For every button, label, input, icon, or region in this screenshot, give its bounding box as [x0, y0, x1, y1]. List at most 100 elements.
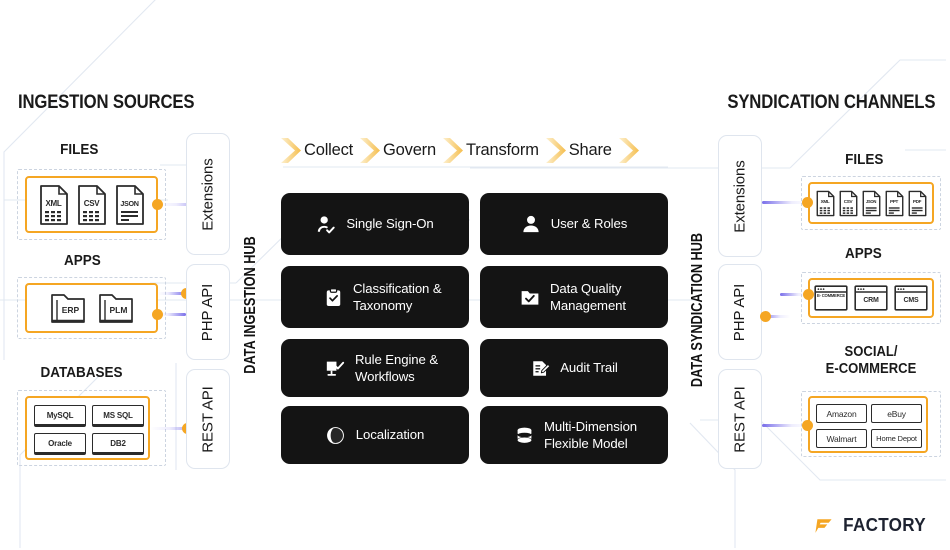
connector-dot [152, 309, 163, 320]
right-apps-group[interactable]: E- COMMERCE CRM CMS [808, 278, 934, 318]
file-icon-xml: XML [39, 184, 69, 225]
file-icon-csv: CSV [77, 184, 107, 225]
file-icon-json: JSON [862, 190, 881, 217]
file-icon-xml: XML [816, 190, 835, 217]
feature-card-data-quality-management[interactable]: Data Quality Management [480, 266, 668, 328]
feature-card-rule-engine-workflows[interactable]: Rule Engine & Workflows [281, 339, 469, 397]
left-section-title: INGESTION SOURCES [18, 92, 195, 113]
globe-icon [326, 425, 346, 445]
left-group-title-apps: APPS [64, 252, 101, 269]
right-group-title-social-ecommerce: SOCIAL/ E-COMMERCE [825, 344, 917, 377]
document-edit-icon [530, 358, 550, 378]
process-flow: Collect Govern Transform Share [280, 134, 642, 166]
file-label: JSON [120, 198, 139, 208]
right-api-php[interactable]: PHP API [718, 264, 762, 360]
left-api-php[interactable]: PHP API [186, 264, 230, 360]
left-apps-group[interactable]: ERP PLM [25, 283, 158, 333]
feature-label: Multi-Dimension Flexible Model [544, 418, 638, 451]
file-icon-json: JSON [115, 184, 145, 225]
db-chip-mysql: MySQL [34, 405, 86, 427]
feature-label: Single Sign-On [346, 216, 434, 232]
file-label: XML [45, 198, 62, 208]
left-group-title-files: FILES [60, 141, 99, 158]
diagram-canvas: INGESTION SOURCES FILES XML CSV JSON APP… [0, 0, 950, 550]
folder-label: PLM [109, 305, 128, 315]
left-databases-group[interactable]: MySQL MS SQL Oracle DB2 [25, 396, 150, 460]
file-label: XML [820, 198, 830, 204]
app-icon-ecommerce: E- COMMERCE [814, 285, 848, 311]
folder-icon-plm: PLM [97, 291, 135, 325]
right-files-group[interactable]: XML CSV JSON PPT PDF [808, 182, 934, 224]
folder-label: ERP [61, 305, 80, 315]
connector-dot [803, 289, 814, 300]
api-label: PHP API [731, 283, 749, 341]
connector-dot [152, 199, 163, 210]
api-label: REST API [731, 385, 749, 453]
chevron-icon [618, 137, 639, 163]
left-api-extensions[interactable]: Extensions [186, 133, 230, 255]
connector-dot [802, 197, 813, 208]
left-files-group[interactable]: XML CSV JSON [25, 176, 158, 233]
feature-label: Audit Trail [560, 360, 618, 376]
commerce-chip-walmart: Walmart [816, 429, 867, 448]
api-label: PHP API [199, 283, 217, 341]
process-step-label: Collect [304, 140, 354, 159]
process-step-label: Govern [383, 140, 436, 159]
feature-card-single-sign-on[interactable]: Single Sign-On [281, 193, 469, 255]
api-label: Extensions [731, 159, 749, 233]
api-label: REST API [199, 385, 217, 453]
db-chip-db2: DB2 [92, 433, 144, 455]
right-hub-label: DATA SYNDICATION HUB [689, 232, 706, 388]
monitor-check-icon [325, 358, 345, 378]
right-api-rest[interactable]: REST API [718, 369, 762, 469]
logo-wordmark: FACTORY [843, 515, 926, 535]
commerce-chip-ebuy: eBuy [871, 404, 922, 423]
file-label: CSV [83, 198, 100, 208]
chevron-icon [442, 137, 463, 163]
right-section-title: SYNDICATION CHANNELS [727, 92, 935, 113]
feature-card-user-and-roles[interactable]: User & Roles [480, 193, 668, 255]
file-label: PDF [912, 198, 922, 204]
file-label: PPT [889, 198, 899, 204]
right-group-title-apps: APPS [845, 245, 882, 262]
feature-label: Rule Engine & Workflows [355, 351, 439, 384]
commerce-chip-home-depot: Home Depot [871, 429, 922, 448]
file-icon-pdf: PDF [908, 190, 927, 217]
app-label: CRM [863, 297, 879, 304]
feature-card-audit-trail[interactable]: Audit Trail [480, 339, 668, 397]
right-api-extensions[interactable]: Extensions [718, 135, 762, 257]
right-group-title-files: FILES [845, 151, 884, 168]
f-mark-icon [815, 518, 832, 533]
brand-logo: FACTORY [814, 515, 928, 536]
person-check-icon [316, 214, 336, 234]
feature-card-localization[interactable]: Localization [281, 406, 469, 464]
feature-label: User & Roles [550, 216, 628, 232]
file-label: CSV [843, 198, 853, 204]
feature-label: Localization [355, 427, 425, 443]
app-icon-cms: CMS [894, 285, 928, 311]
left-api-rest[interactable]: REST API [186, 369, 230, 469]
right-social-group[interactable]: Amazon eBuy Walmart Home Depot [808, 396, 928, 453]
commerce-chip-amazon: Amazon [816, 404, 867, 423]
feature-label: Data Quality Management [550, 280, 626, 313]
api-label: Extensions [199, 157, 217, 231]
file-label: JSON [865, 198, 877, 204]
chevron-icon [360, 137, 381, 163]
file-icon-csv: CSV [839, 190, 858, 217]
process-step-label: Share [568, 140, 612, 159]
clipboard-check-icon [323, 287, 343, 307]
feature-card-multi-dimension-flexible-model[interactable]: Multi-Dimension Flexible Model [480, 406, 668, 464]
left-hub-label: DATA INGESTION HUB [242, 236, 259, 374]
left-group-title-databases: DATABASES [40, 364, 123, 381]
connector-dot [760, 311, 771, 322]
feature-card-classification-taxonomy[interactable]: Classification & Taxonomy [281, 266, 469, 328]
connector-dot [802, 420, 813, 431]
folder-icon-erp: ERP [49, 291, 87, 325]
file-icon-ppt: PPT [885, 190, 904, 217]
database-stack-icon [514, 425, 534, 445]
app-icon-crm: CRM [854, 285, 888, 311]
person-icon [521, 214, 541, 234]
folder-check-icon [520, 287, 540, 307]
feature-label: Classification & Taxonomy [353, 280, 442, 313]
app-label: CMS [903, 297, 919, 304]
